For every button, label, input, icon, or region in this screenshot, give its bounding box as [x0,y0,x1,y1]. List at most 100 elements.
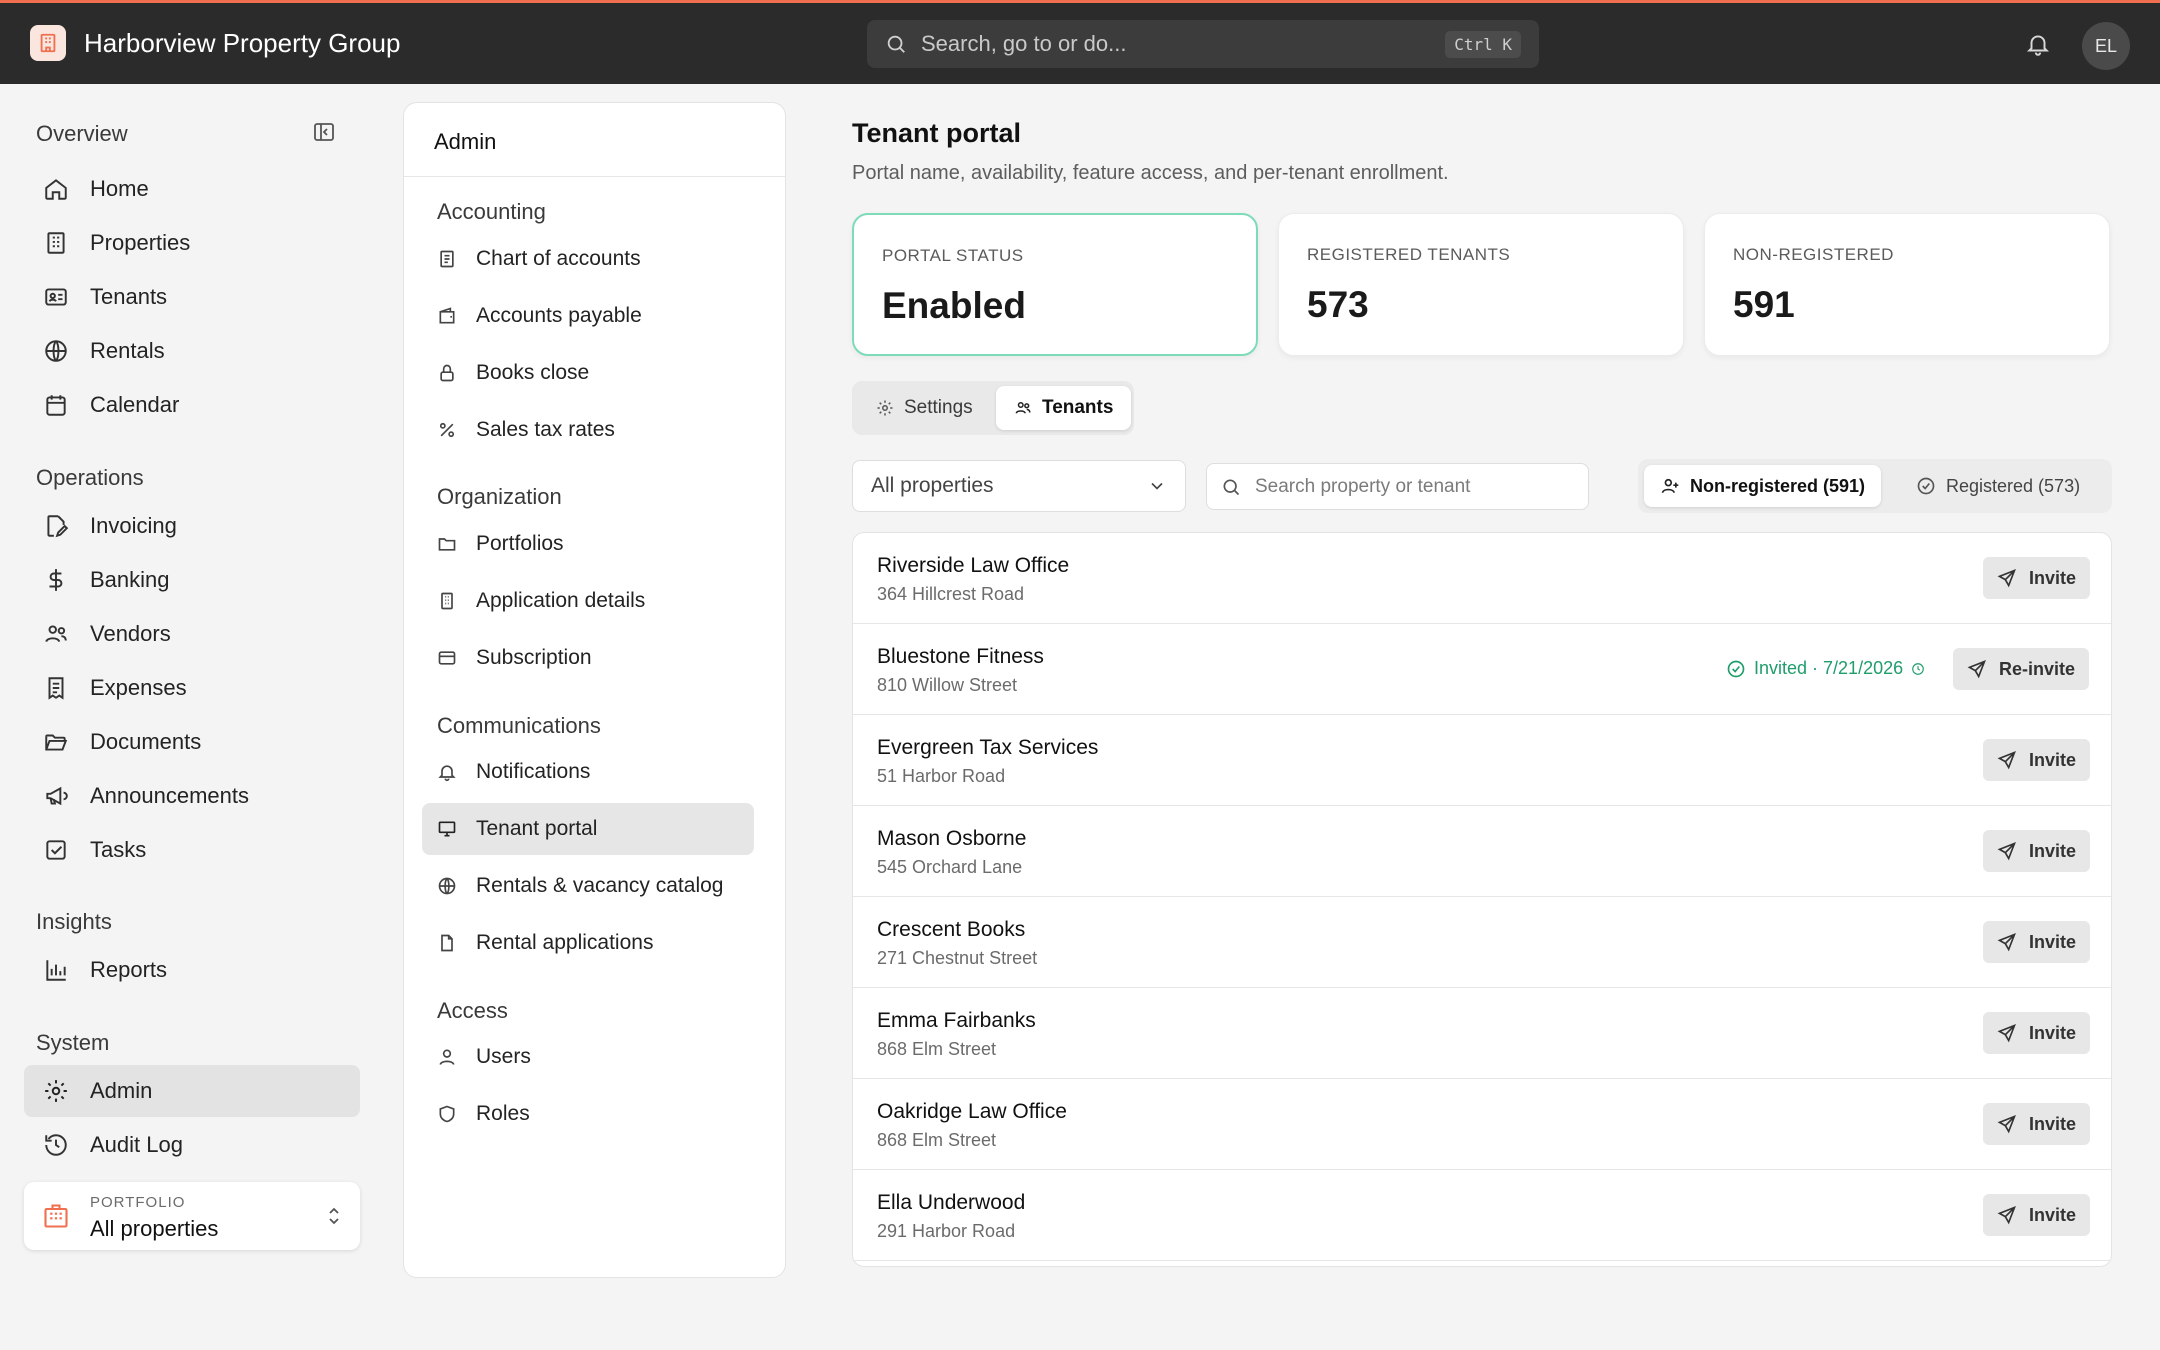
stat-value: 591 [1733,284,1795,325]
admin-item-rental-applications[interactable]: Rental applications [422,917,754,969]
button-label: Invite [2029,840,2077,861]
invited-status: Invited · 7/21/2026 [1726,658,1925,679]
invite-button[interactable]: Invite [1983,1012,2091,1054]
avatar[interactable]: EL [2082,22,2130,70]
search-icon [1221,477,1241,497]
admin-item-subscription[interactable]: Subscription [422,632,754,684]
invite-button[interactable]: Invite [1983,830,2091,872]
sidebar-item-properties[interactable]: Properties [24,217,360,269]
send-icon [1997,568,2017,588]
section-title-operations: Operations [36,465,144,490]
globe-icon [436,875,458,897]
admin-item-roles[interactable]: Roles [422,1088,754,1140]
group-title-organization: Organization [437,484,562,509]
sidebar-item-label: Documents [90,729,202,754]
tab-label: Settings [904,397,973,418]
stat-value: Enabled [882,285,1026,326]
sidebar-collapse-icon[interactable] [312,120,336,144]
sidebar-item-vendors[interactable]: Vendors [24,608,360,660]
brand[interactable]: Harborview Property Group [30,25,400,61]
send-icon [1997,932,2017,952]
tenant-name: Bluestone Fitness [877,645,1044,668]
company-name: Harborview Property Group [84,27,401,58]
tab-tenants[interactable]: Tenants [996,386,1132,430]
group-title-communications: Communications [437,713,601,738]
portfolio-selector[interactable]: PORTFOLIO All properties [24,1182,360,1250]
sidebar-item-tasks[interactable]: Tasks [24,824,360,876]
sidebar-item-label: Expenses [90,675,187,700]
admin-item-notifications[interactable]: Notifications [422,746,754,798]
admin-item-chart-of-accounts[interactable]: Chart of accounts [422,233,754,285]
sidebar-item-rentals[interactable]: Rentals [24,325,360,377]
folder-icon [436,533,458,555]
admin-item-label: Application details [476,589,646,612]
page-subtitle: Portal name, availability, feature acces… [852,162,1449,184]
admin-item-label: Books close [476,361,590,384]
tenant-name: Ella Underwood [877,1191,1026,1214]
tenant-search-input[interactable] [1255,475,1574,498]
stat-card-portal-status: PORTAL STATUS Enabled [852,213,1258,356]
invite-button[interactable]: Invite [1983,1194,2091,1236]
search-placeholder: Search, go to or do... [921,31,1127,56]
bell-icon[interactable] [2025,31,2051,57]
file-icon [436,932,458,954]
global-search[interactable]: Search, go to or do... Ctrl K [867,20,1539,68]
admin-item-label: Tenant portal [476,817,598,840]
sidebar-item-label: Announcements [90,783,249,808]
filter-registered[interactable]: Registered (573) [1900,465,2096,507]
sidebar-item-audit-log[interactable]: Audit Log [24,1119,360,1171]
admin-item-rentals-vacancy-catalog[interactable]: Rentals & vacancy catalog [422,860,754,912]
admin-item-portfolios[interactable]: Portfolios [422,518,754,570]
invite-button[interactable]: Invite [1983,1103,2091,1145]
percent-icon [436,419,458,441]
admin-item-label: Rental applications [476,931,654,954]
admin-item-users[interactable]: Users [422,1031,754,1083]
tab-bar: Settings Tenants [852,381,1134,435]
reinvite-button[interactable]: Re-invite [1953,648,2090,690]
gear-icon [42,1077,70,1105]
tab-settings[interactable]: Settings [858,386,991,430]
tenant-row: Evergreen Tax Services 51 Harbor Road In… [853,715,2111,806]
admin-item-application-details[interactable]: Application details [422,575,754,627]
search-shortcut: Ctrl K [1445,30,1521,58]
sidebar-item-tenants[interactable]: Tenants [24,271,360,323]
filter-label: Non-registered (591) [1690,475,1866,496]
filter-non-registered[interactable]: Non-registered (591) [1644,465,1882,507]
sidebar-item-home[interactable]: Home [24,163,360,215]
globe-icon [42,337,70,365]
invite-button[interactable]: Invite [1983,739,2091,781]
sidebar-item-expenses[interactable]: Expenses [24,662,360,714]
button-label: Invite [2029,567,2077,588]
registration-filter: Non-registered (591) Registered (573) [1638,459,2112,513]
sidebar-item-documents[interactable]: Documents [24,716,360,768]
sidebar-item-reports[interactable]: Reports [24,944,360,996]
stat-label: PORTAL STATUS [882,246,1024,265]
property-select[interactable]: All properties [852,460,1186,512]
user-plus-icon [1660,476,1680,496]
home-icon [42,175,70,203]
invite-button[interactable]: Invite [1983,557,2091,599]
tenant-row: Oakridge Law Office 868 Elm Street Invit… [853,1079,2111,1170]
top-bar: Harborview Property Group Search, go to … [0,0,2160,84]
tenant-name: Emma Fairbanks [877,1009,1036,1032]
sidebar-item-banking[interactable]: Banking [24,554,360,606]
stat-card-registered-tenants: REGISTERED TENANTS 573 [1278,213,1684,356]
sidebar-item-calendar[interactable]: Calendar [24,379,360,431]
sidebar-item-announcements[interactable]: Announcements [24,770,360,822]
receipt-icon [42,674,70,702]
admin-item-sales-tax-rates[interactable]: Sales tax rates [422,404,754,456]
button-label: Invite [2029,749,2077,770]
tenant-name: Mason Osborne [877,827,1027,850]
admin-item-accounts-payable[interactable]: Accounts payable [422,290,754,342]
sidebar-item-invoicing[interactable]: Invoicing [24,500,360,552]
stat-value: 573 [1307,284,1369,325]
sidebar-item-admin[interactable]: Admin [24,1065,360,1117]
tenant-address: 291 Harbor Road [877,1221,1016,1241]
sidebar-item-label: Tenants [90,284,168,309]
admin-item-books-close[interactable]: Books close [422,347,754,399]
invite-button[interactable]: Invite [1983,921,2091,963]
building-icon [42,1202,70,1230]
page-title: Tenant portal [852,118,1022,148]
admin-item-tenant-portal[interactable]: Tenant portal [422,803,754,855]
clock-icon [1911,662,1925,676]
